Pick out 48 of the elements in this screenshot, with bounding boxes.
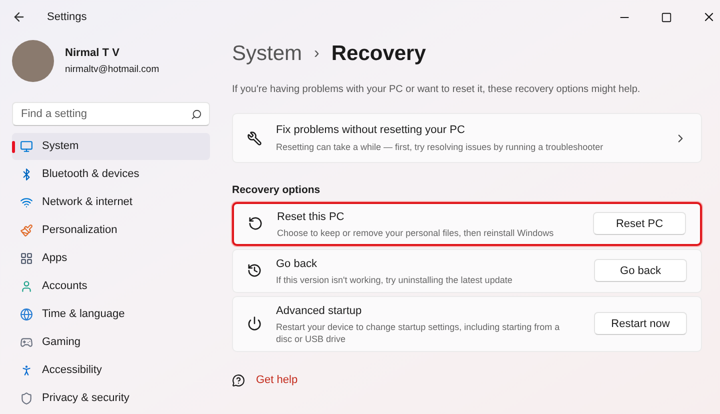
gamepad-icon (20, 336, 33, 349)
fix-problems-card[interactable]: Fix problems without resetting your PC Resetting can take a while — first, try resolving issues by running a troubleshooter (232, 113, 702, 163)
sidebar-item[interactable]: Network & internet (12, 189, 210, 216)
option-description: Choose to keep or remove your personal files, then reinstall Windows (277, 227, 555, 239)
get-help-link[interactable]: Get help (256, 372, 298, 388)
section-heading: Recovery options (232, 183, 322, 198)
option-button[interactable]: Restart now (594, 312, 687, 336)
sidebar-item[interactable]: System (12, 133, 210, 160)
sidebar-item[interactable]: Personalization (12, 217, 210, 244)
person-icon (20, 364, 33, 377)
page-title: Recovery (331, 41, 426, 68)
history-icon (247, 263, 262, 278)
sidebar-item[interactable]: Bluetooth & devices (12, 161, 210, 188)
sidebar-item[interactable]: Time & language (12, 301, 210, 328)
help-icon (232, 374, 245, 386)
option-title: Reset this PC (277, 210, 346, 224)
account-name: Nirmal T V (65, 46, 120, 61)
search-icon[interactable] (191, 108, 202, 120)
card-title: Fix problems without resetting your PC (276, 123, 466, 138)
apps-grid-icon (20, 252, 33, 265)
sidebar-item[interactable]: Gaming (12, 329, 210, 356)
sidebar-item[interactable]: Accounts (12, 273, 210, 300)
option-button[interactable]: Reset PC (593, 212, 686, 236)
search-field[interactable]: Find a setting (12, 102, 210, 126)
option-button[interactable]: Go back (594, 259, 687, 282)
selection-indicator (12, 141, 15, 153)
option-title: Go back (276, 256, 318, 272)
bluetooth-icon (20, 168, 33, 181)
monitor-icon (20, 140, 33, 153)
option-description: Restart your device to change startup settings, including starting from a disc or USB drive (276, 321, 561, 345)
window-title: Settings (47, 10, 87, 25)
option-description: If this version isn't working, try uninstalling the latest update (276, 274, 514, 286)
person-icon (20, 280, 33, 293)
breadcrumb-parent[interactable]: System (232, 38, 302, 70)
option-title: Advanced startup (276, 304, 363, 318)
account-email: nirmaltv@hotmail.com (65, 63, 160, 78)
reset-icon (248, 216, 263, 232)
card-description: Resetting can take a while — first, try resolving issues by running a troubleshooter (276, 140, 604, 154)
shield-icon (20, 392, 33, 405)
intro-text: If you're having problems with your PC or want to reset it, these recovery options might help. (232, 83, 642, 97)
breadcrumb-separator: › (314, 44, 320, 64)
paintbrush-icon (20, 224, 33, 237)
sidebar-item[interactable]: Apps (12, 245, 210, 272)
sidebar-item[interactable]: Privacy & security (12, 385, 210, 412)
maximize-icon[interactable] (661, 12, 672, 22)
wrench-icon (247, 130, 262, 146)
close-icon[interactable] (702, 10, 716, 24)
sidebar-item[interactable]: Accessibility (12, 357, 210, 384)
